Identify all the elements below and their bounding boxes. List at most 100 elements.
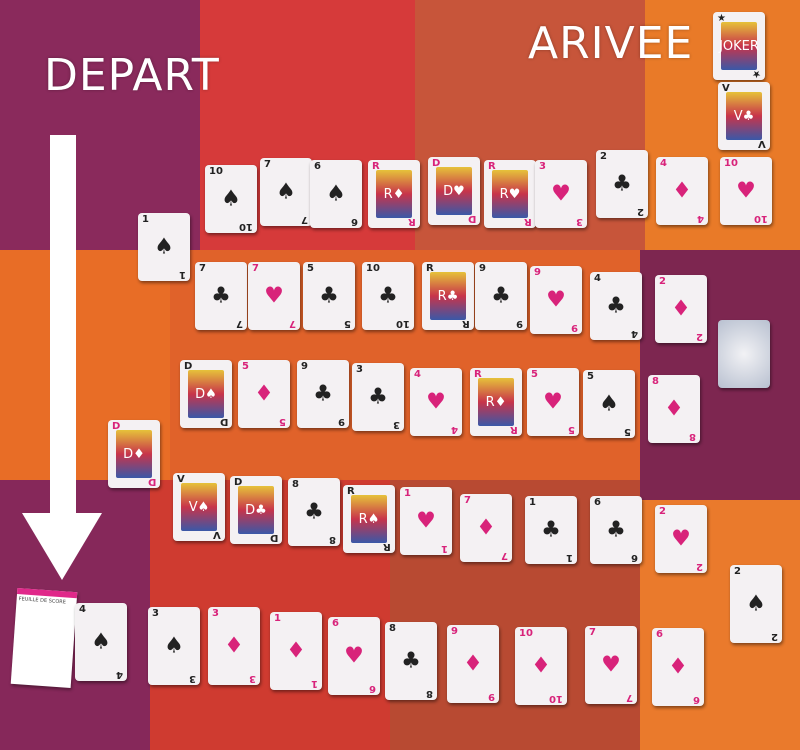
card-suit-icon: ♠ <box>746 591 766 617</box>
card-7[interactable]: 7 ♣ 7 <box>195 262 247 330</box>
card-3[interactable]: 3 ♠ 3 <box>148 607 200 685</box>
card-v[interactable]: V V♣ V <box>718 82 770 150</box>
card-9[interactable]: 9 ♥ 9 <box>530 266 582 334</box>
card-d[interactable]: D D♣ D <box>230 476 282 544</box>
card-4[interactable]: 4 ♦ 4 <box>656 157 708 225</box>
card-suit-icon: ♣ <box>313 381 333 407</box>
card-r[interactable]: R R♦ R <box>470 368 522 436</box>
card-2[interactable]: 2 ♦ 2 <box>655 275 707 343</box>
card-7[interactable]: 7 ♥ 7 <box>585 626 637 704</box>
card-rank-inverted: 1 <box>566 552 573 563</box>
card-10[interactable]: 10 ♦ 10 <box>515 627 567 705</box>
card-6[interactable]: 6 ♠ 6 <box>310 160 362 228</box>
card-suit-icon: ♥ <box>416 508 436 534</box>
card-suit-icon: ♥ <box>264 283 284 309</box>
card-rank: 10 <box>209 166 223 177</box>
card-d[interactable]: D D♦ D <box>108 420 160 488</box>
card-9[interactable]: 9 ♣ 9 <box>297 360 349 428</box>
card-d[interactable]: D D♥ D <box>428 157 480 225</box>
card-rank-inverted: 10 <box>549 693 563 704</box>
card-suit-icon: V♠ <box>181 483 217 531</box>
card-d[interactable]: D D♠ D <box>180 360 232 428</box>
card-3[interactable]: 3 ♣ 3 <box>352 363 404 431</box>
card-rank: 9 <box>301 361 308 372</box>
card-v[interactable]: V V♠ V <box>173 473 225 541</box>
card-suit-icon: ♦ <box>531 653 551 679</box>
card-rank: 9 <box>534 267 541 278</box>
card-r[interactable]: R R♦ R <box>368 160 420 228</box>
card-rank: 7 <box>199 263 206 274</box>
card-8[interactable]: 8 ♣ 8 <box>385 622 437 700</box>
card-face-down[interactable] <box>718 320 770 388</box>
card-10[interactable]: 10 ♣ 10 <box>362 262 414 330</box>
card-4[interactable]: 4 ♠ 4 <box>75 603 127 681</box>
card-1[interactable]: 1 ♠ 1 <box>138 213 190 281</box>
card-6[interactable]: 6 ♦ 6 <box>652 628 704 706</box>
card-rank-inverted: R <box>510 424 518 435</box>
card-suit-icon: ♦ <box>463 651 483 677</box>
card-10[interactable]: 10 ♠ 10 <box>205 165 257 233</box>
card-5[interactable]: 5 ♦ 5 <box>238 360 290 428</box>
card-5[interactable]: 5 ♠ 5 <box>583 370 635 438</box>
card-rank-inverted: V <box>213 529 221 540</box>
score-sheet-title: FEUILLE DE SCORE <box>18 596 67 606</box>
card-9[interactable]: 9 ♣ 9 <box>475 262 527 330</box>
card-6[interactable]: 6 ♣ 6 <box>590 496 642 564</box>
card-4[interactable]: 4 ♣ 4 <box>590 272 642 340</box>
card-6[interactable]: 6 ♥ 6 <box>328 617 380 695</box>
card-rank-inverted: D <box>467 213 476 224</box>
card-rank: 2 <box>734 566 741 577</box>
card-rank: 7 <box>252 263 259 274</box>
card-rank: 3 <box>152 608 159 619</box>
card-rank-inverted: 10 <box>754 213 768 224</box>
card-rank: 6 <box>594 497 601 508</box>
card-7[interactable]: 7 ♥ 7 <box>248 262 300 330</box>
card-1[interactable]: 1 ♣ 1 <box>525 496 577 564</box>
card-suit-icon: ♣ <box>368 384 388 410</box>
card-suit-icon: ♣ <box>606 517 626 543</box>
card-rank-inverted: 6 <box>631 552 638 563</box>
card-3[interactable]: 3 ♥ 3 <box>535 160 587 228</box>
card-rank: 5 <box>531 369 538 380</box>
card-rank-inverted: 3 <box>576 216 583 227</box>
card-rank: 4 <box>79 604 86 615</box>
card-5[interactable]: 5 ♥ 5 <box>527 368 579 436</box>
card-suit-icon: ♦ <box>286 638 306 664</box>
card-2[interactable]: 2 ♠ 2 <box>730 565 782 643</box>
card-10[interactable]: 10 ♥ 10 <box>720 157 772 225</box>
card-rank-inverted: 10 <box>239 221 253 232</box>
card-r[interactable]: R R♣ R <box>422 262 474 330</box>
card-rank-inverted: 6 <box>369 683 376 694</box>
card-suit-icon: ♥ <box>736 178 756 204</box>
card-r[interactable]: R R♠ R <box>343 485 395 553</box>
card-rank-inverted: 2 <box>696 561 703 572</box>
card-8[interactable]: 8 ♦ 8 <box>648 375 700 443</box>
card-4[interactable]: 4 ♥ 4 <box>410 368 462 436</box>
card-suit-icon: ♣ <box>541 517 561 543</box>
card-7[interactable]: 7 ♦ 7 <box>460 494 512 562</box>
card-rank-inverted: D <box>147 476 156 487</box>
card-joker[interactable]: ★ JOKER ★ <box>713 12 765 80</box>
card-1[interactable]: 1 ♦ 1 <box>270 612 322 690</box>
arivee-label: ARIVEE <box>528 18 694 69</box>
card-suit-icon: D♠ <box>188 370 224 418</box>
card-rank: 4 <box>660 158 667 169</box>
card-3[interactable]: 3 ♦ 3 <box>208 607 260 685</box>
card-rank-inverted: 9 <box>571 322 578 333</box>
card-rank: 1 <box>142 214 149 225</box>
card-1[interactable]: 1 ♥ 1 <box>400 487 452 555</box>
card-9[interactable]: 9 ♦ 9 <box>447 625 499 703</box>
card-5[interactable]: 5 ♣ 5 <box>303 262 355 330</box>
card-rank: 10 <box>724 158 738 169</box>
card-r[interactable]: R R♥ R <box>484 160 536 228</box>
card-rank-inverted: 2 <box>637 206 644 217</box>
card-rank-inverted: 4 <box>116 669 123 680</box>
card-suit-icon: ♣ <box>606 293 626 319</box>
down-arrow-icon <box>22 135 102 580</box>
card-2[interactable]: 2 ♥ 2 <box>655 505 707 573</box>
card-7[interactable]: 7 ♠ 7 <box>260 158 312 226</box>
card-rank: 9 <box>451 626 458 637</box>
card-rank: 10 <box>519 628 533 639</box>
card-2[interactable]: 2 ♣ 2 <box>596 150 648 218</box>
card-8[interactable]: 8 ♣ 8 <box>288 478 340 546</box>
